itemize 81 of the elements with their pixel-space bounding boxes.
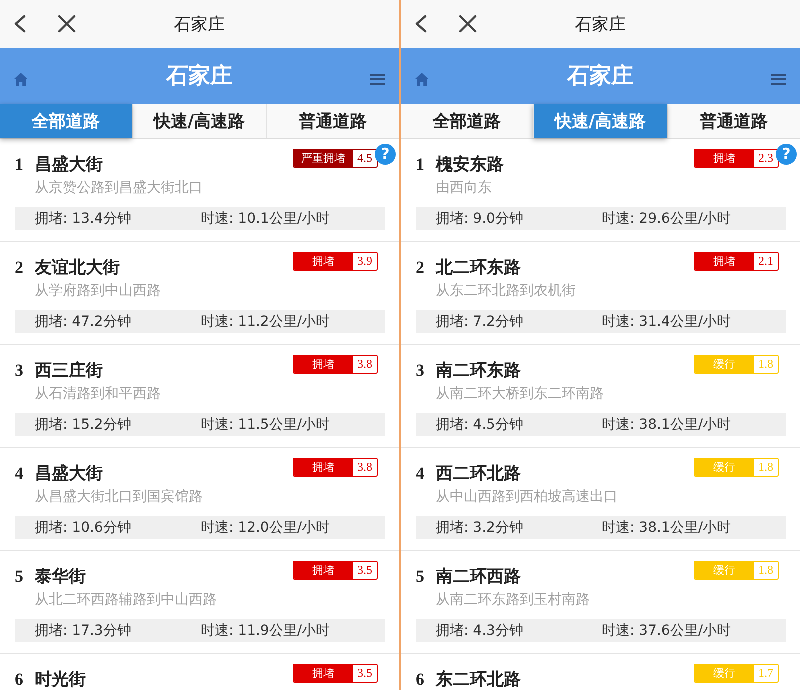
delay-text: 拥堵: 4.3分钟 [436, 622, 524, 640]
delay-text: 拥堵: 7.2分钟 [436, 312, 524, 330]
route-text: 从学府路到中山西路 [34, 282, 162, 301]
road-name[interactable]: 南二环东路 [436, 362, 521, 381]
status-label: 拥堵 [695, 253, 754, 270]
delay-text: 拥堵: 10.6分钟 [35, 518, 132, 536]
speed-text: 时速: 37.6公里/小时 [602, 622, 732, 640]
route-text: 从南二环东路到玉村南路 [435, 591, 591, 610]
road-name[interactable]: 西二环北路 [436, 465, 521, 484]
back-icon[interactable] [14, 15, 26, 33]
city-title: 石家庄 [568, 62, 634, 91]
menu-icon[interactable] [370, 74, 385, 84]
speed-text: 时速: 31.4公里/小时 [602, 312, 732, 330]
status-label: 缓行 [695, 459, 754, 476]
status-label: 拥堵 [294, 562, 353, 579]
rank-number: 2 [416, 258, 426, 277]
speed-text: 时速: 12.0公里/小时 [201, 518, 332, 536]
status-label: 缓行 [695, 356, 754, 373]
route-text: 从东二环北路到农机街 [435, 282, 577, 301]
page-title: 石家庄 [575, 14, 626, 36]
road-name[interactable]: 昌盛大街 [35, 465, 103, 484]
rank-number: 6 [416, 670, 426, 689]
rank-number: 4 [15, 464, 24, 483]
delay-text: 拥堵: 4.5分钟 [436, 416, 524, 434]
route-text: 由西向东 [435, 179, 493, 198]
rank-number: 1 [15, 155, 24, 174]
speed-text: 时速: 10.1公里/小时 [201, 210, 332, 228]
speed-text: 时速: 11.9公里/小时 [201, 622, 332, 640]
close-icon[interactable] [459, 15, 477, 33]
page-title: 石家庄 [174, 14, 225, 36]
road-name[interactable]: 时光街 [35, 671, 86, 690]
speed-text: 时速: 11.5公里/小时 [201, 416, 332, 434]
rank-number: 6 [15, 670, 24, 689]
route-text: 从北二环西路辅路到中山西路 [34, 591, 218, 610]
route-text: 从中山西路到西柏坡高速出口 [435, 488, 619, 507]
tab[interactable]: 普通道路 [666, 104, 800, 138]
speed-text: 时速: 38.1公里/小时 [602, 416, 732, 434]
road-name[interactable]: 西三庄街 [35, 362, 103, 381]
status-label: 拥堵 [695, 150, 754, 167]
route-text: 从石清路到和平西路 [34, 385, 162, 404]
speed-text: 时速: 11.2公里/小时 [201, 312, 332, 330]
route-text: 从京赞公路到昌盛大街北口 [34, 179, 204, 198]
route-text: 从昌盛大街北口到国宾馆路 [34, 488, 204, 507]
road-name[interactable]: 南二环西路 [436, 568, 521, 587]
close-icon[interactable] [58, 15, 76, 33]
rank-number: 4 [416, 464, 426, 483]
back-icon[interactable] [415, 15, 427, 33]
menu-icon[interactable] [771, 74, 786, 84]
rank-number: 3 [416, 361, 426, 380]
rank-number: 1 [416, 155, 426, 174]
rank-number: 3 [15, 361, 24, 380]
tab[interactable]: 全部道路 [401, 104, 534, 138]
speed-text: 时速: 38.1公里/小时 [602, 518, 732, 536]
road-name[interactable]: 友谊北大街 [35, 259, 120, 278]
status-label: 拥堵 [294, 356, 353, 373]
route-text: 从南二环大桥到东二环南路 [435, 385, 605, 404]
status-label: 缓行 [695, 665, 754, 682]
delay-text: 拥堵: 17.3分钟 [35, 622, 132, 640]
road-name[interactable]: 槐安东路 [436, 156, 504, 175]
city-title: 石家庄 [166, 62, 232, 91]
status-label: 拥堵 [294, 459, 353, 476]
delay-text: 拥堵: 3.2分钟 [436, 518, 524, 536]
status-label: 拥堵 [294, 665, 353, 682]
delay-text: 拥堵: 15.2分钟 [35, 416, 132, 434]
status-label: 严重拥堵 [294, 150, 353, 167]
tab[interactable]: 快速/高速路 [132, 104, 266, 138]
delay-text: 拥堵: 13.4分钟 [35, 210, 132, 228]
rank-number: 5 [15, 567, 24, 586]
status-label: 拥堵 [294, 253, 353, 270]
road-name[interactable]: 泰华街 [35, 568, 86, 587]
speed-text: 时速: 29.6公里/小时 [602, 210, 732, 228]
status-label: 缓行 [695, 562, 754, 579]
road-name[interactable]: 北二环东路 [436, 259, 521, 278]
road-name[interactable]: 昌盛大街 [35, 156, 103, 175]
road-name[interactable]: 东二环北路 [436, 671, 521, 690]
delay-text: 拥堵: 47.2分钟 [35, 312, 132, 330]
tab[interactable]: 全部道路 [0, 104, 132, 138]
tab[interactable]: 快速/高速路 [533, 104, 667, 138]
rank-number: 5 [416, 567, 426, 586]
rank-number: 2 [15, 258, 24, 277]
delay-text: 拥堵: 9.0分钟 [436, 210, 524, 228]
